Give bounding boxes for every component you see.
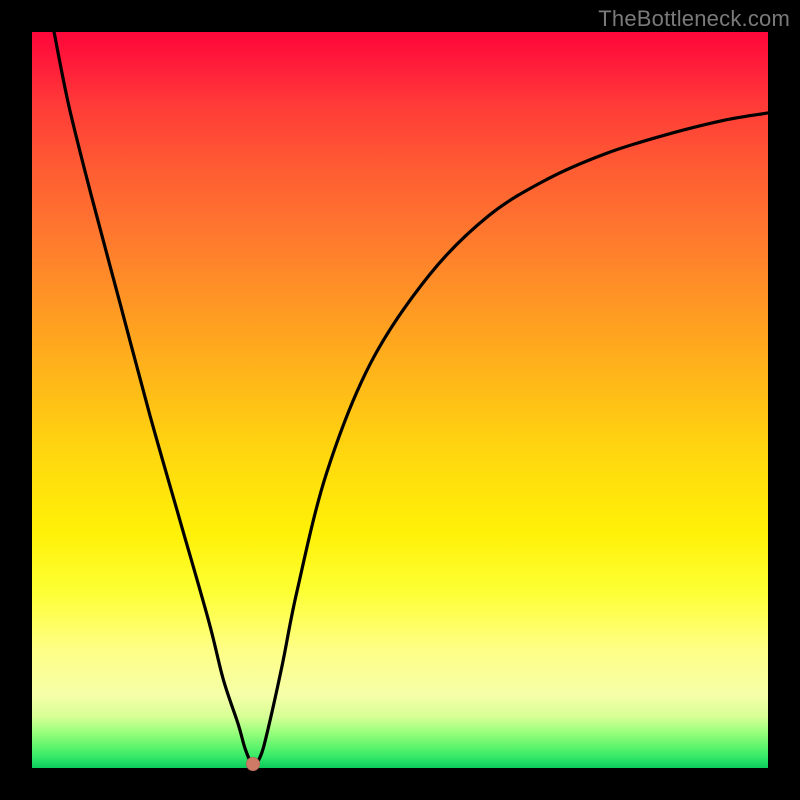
plot-area	[32, 32, 768, 768]
watermark-text: TheBottleneck.com	[598, 6, 790, 32]
chart-frame: TheBottleneck.com	[0, 0, 800, 800]
bottleneck-curve	[32, 32, 768, 768]
minimum-marker-dot	[246, 757, 260, 771]
